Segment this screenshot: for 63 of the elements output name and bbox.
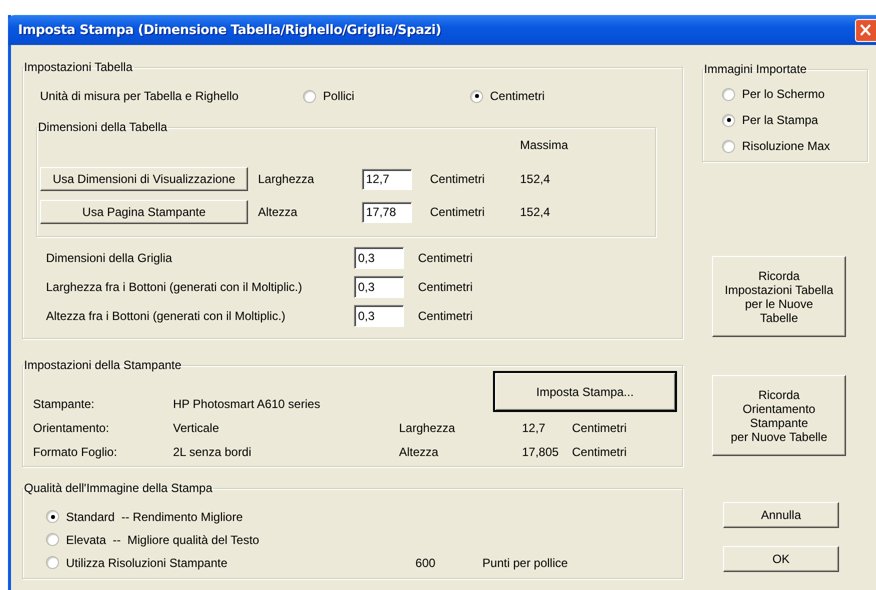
window-title: Imposta Stampa (Dimensione Tabella/Righello/Griglia/Spazi): [17, 22, 442, 38]
group-title: Immagini Importate: [703, 62, 808, 76]
unit-label: Centimetri: [430, 205, 486, 219]
close-button[interactable]: [855, 18, 876, 42]
field-label: Altezza fra i Bottoni (generati con il Moltiplic.): [46, 309, 286, 323]
field-value: HP Photosmart A610 series: [173, 396, 322, 410]
resolution-value: 600: [415, 556, 436, 570]
field-label: Larghezza: [258, 172, 316, 186]
max-value: 152,4: [520, 205, 550, 219]
unit-label: Centimetri: [418, 280, 473, 294]
group-title: Dimensioni della Tabella: [37, 120, 168, 134]
unit-label: Centimetri: [430, 172, 486, 186]
radio-button[interactable]: [46, 556, 59, 569]
unit-label: Centimetri: [572, 445, 628, 459]
radio-button[interactable]: [722, 114, 735, 126]
field-label: Unità di misura per Tabella e Righello: [40, 89, 240, 103]
input-field[interactable]: 0,3: [354, 247, 404, 269]
unit-label: Centimetri: [418, 251, 473, 265]
radio-label: Centimetri: [490, 89, 545, 103]
button[interactable]: Ricorda Orientamento Stampante per Nuove Tabelle: [712, 375, 846, 456]
radio-label: Elevata -- Migliore qualità del Testo: [66, 532, 260, 546]
radio-label: Per la Stampa: [742, 113, 818, 127]
field-label: Altezza: [399, 445, 440, 459]
unit-label: Centimetri: [418, 309, 473, 323]
group-title: Impostazioni della Stampante: [23, 358, 182, 372]
unit-label: Punti per pollice: [482, 556, 568, 570]
input-field[interactable]: 17,78: [362, 202, 412, 222]
field-label: Formato Foglio:: [33, 445, 118, 459]
input-field[interactable]: 0,3: [354, 305, 404, 327]
field-value: Verticale: [173, 421, 220, 435]
field-label: Stampante:: [33, 396, 96, 410]
radio-button[interactable]: [722, 140, 735, 152]
field-label: Larghezza: [399, 421, 456, 435]
radio-button[interactable]: [46, 510, 59, 523]
button[interactable]: Ricorda Impostazioni Tabella per le Nuove Tabelle: [712, 256, 846, 337]
radio-label: Standard -- Rendimento Migliore: [66, 510, 243, 524]
radio-button[interactable]: [470, 90, 483, 102]
radio-label: Per lo Schermo: [742, 87, 825, 101]
column-header: Massima: [520, 138, 568, 154]
button[interactable]: Imposta Stampa...: [493, 371, 677, 412]
radio-button[interactable]: [722, 88, 735, 100]
group-title: Qualità dell'Immagine della Stampa: [23, 481, 214, 495]
field-label: Dimensioni della Griglia: [46, 251, 174, 265]
radio-button[interactable]: [46, 533, 59, 546]
radio-label: Utilizza Risoluzioni Stampante: [66, 556, 228, 570]
input-field[interactable]: 0,3: [354, 276, 404, 298]
button[interactable]: Annulla: [723, 502, 839, 528]
field-label: Altezza: [258, 205, 298, 219]
radio-button[interactable]: [303, 90, 316, 102]
unit-label: Centimetri: [572, 421, 628, 435]
button[interactable]: OK: [723, 546, 839, 572]
button[interactable]: Usa Dimensioni di Visualizzazione: [40, 167, 248, 191]
field-label: Orientamento:: [33, 421, 110, 435]
button[interactable]: Usa Pagina Stampante: [40, 200, 248, 224]
radio-label: Pollici: [323, 89, 354, 103]
input-field[interactable]: 12,7: [362, 168, 412, 190]
max-value: 152,4: [520, 172, 550, 186]
field-value: 17,805: [522, 445, 560, 459]
field-label: Larghezza fra i Bottoni (generati con il Moltiplic.): [46, 280, 304, 294]
radio-label: Risoluzione Max: [742, 139, 830, 153]
field-value: 2L senza bordi: [173, 445, 252, 459]
group-title: Impostazioni Tabella: [23, 60, 134, 74]
field-value: 12,7: [522, 421, 546, 435]
